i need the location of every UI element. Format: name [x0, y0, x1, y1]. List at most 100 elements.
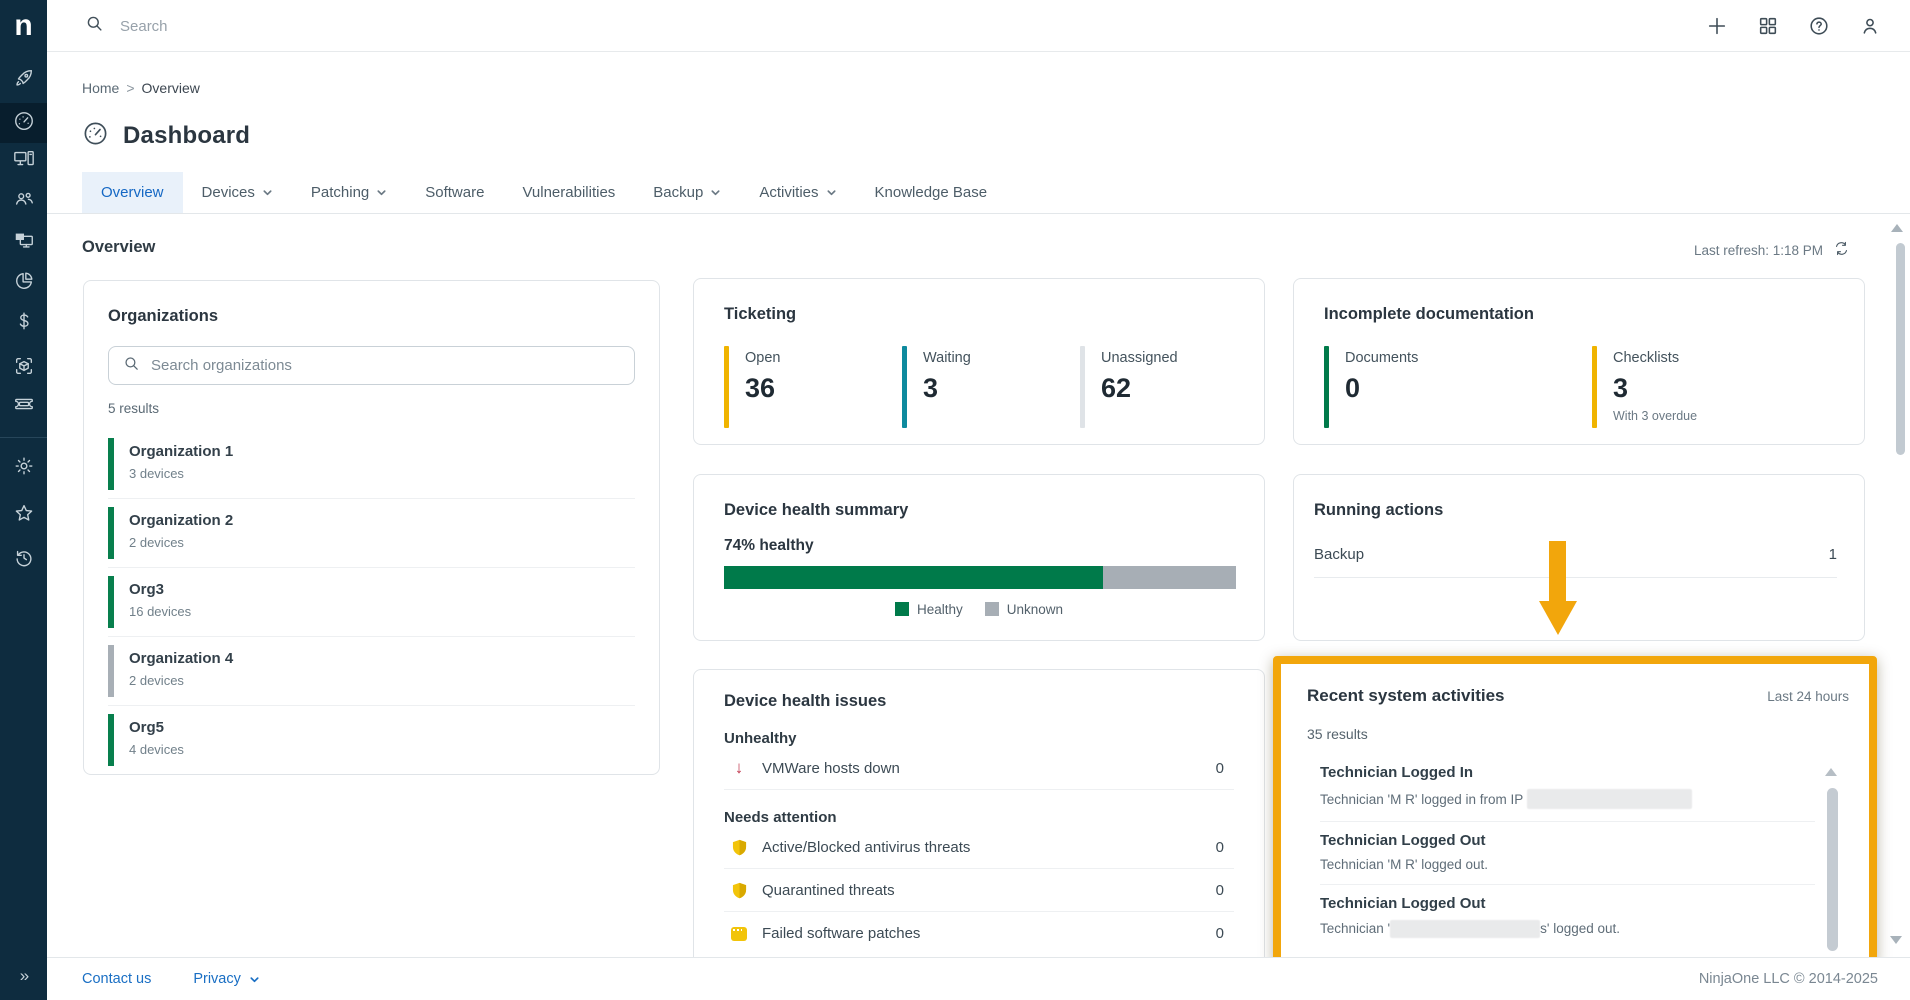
contact-us-link[interactable]: Contact us	[82, 971, 151, 987]
issue-row[interactable]: ↓ VMWare hosts down 0	[724, 747, 1234, 790]
down-arrow-icon: ↓	[730, 759, 748, 777]
chevron-down-icon	[262, 187, 273, 198]
ticketing-card: Ticketing Open 36 Waiting 3 Unassigned 6…	[693, 278, 1265, 445]
healthy-percent-label: 74% healthy	[724, 537, 1234, 555]
activities-scrollbar-thumb[interactable]	[1827, 788, 1838, 951]
sidebar-item-recent[interactable]	[0, 540, 47, 580]
sidebar-item-dashboard[interactable]	[0, 103, 47, 143]
org-name: Organization 1	[129, 443, 233, 460]
ticketing-stat-waiting[interactable]: Waiting 3	[902, 346, 1080, 428]
issue-row[interactable]: Failed software patches 0	[724, 912, 1234, 955]
stat-label: Checklists	[1613, 350, 1697, 366]
org-list-item[interactable]: Org5 4 devices	[108, 706, 635, 774]
org-status-bar	[108, 507, 114, 559]
org-name: Org5	[129, 719, 184, 736]
activity-item[interactable]: Technician Logged Out Technician 's' log…	[1320, 885, 1815, 950]
org-status-bar	[108, 438, 114, 490]
tab-overview[interactable]: Overview	[82, 172, 183, 213]
page-scroll-down-arrow-icon[interactable]	[1890, 936, 1902, 944]
device-health-issues-card: Device health issues Unhealthy ↓ VMWare …	[693, 669, 1265, 969]
page-scroll-up-arrow-icon[interactable]	[1891, 224, 1903, 232]
tab-software[interactable]: Software	[406, 172, 503, 213]
apps-grid-icon[interactable]	[1756, 14, 1780, 38]
sidebar-item-users[interactable]	[0, 181, 47, 221]
redacted-text-block	[1390, 920, 1540, 938]
page-scrollbar-thumb[interactable]	[1896, 243, 1905, 455]
issue-count: 0	[1216, 882, 1224, 899]
org-status-bar	[108, 645, 114, 697]
stat-label: Documents	[1345, 350, 1418, 366]
add-icon[interactable]	[1705, 14, 1729, 38]
sidebar-item-settings[interactable]	[0, 448, 47, 488]
organizations-search[interactable]	[108, 346, 635, 385]
help-icon[interactable]	[1807, 14, 1831, 38]
legend-healthy: Healthy	[895, 602, 963, 617]
health-progress-fill	[724, 566, 1103, 589]
breadcrumb: Home>Overview	[82, 80, 200, 96]
tab-patching[interactable]: Patching	[292, 172, 406, 213]
incomplete-documentation-title: Incomplete documentation	[1324, 305, 1864, 324]
activity-item[interactable]: Technician Logged Out Technician 'M R' l…	[1320, 822, 1815, 885]
sidebar-item-billing[interactable]	[0, 303, 47, 343]
ticketing-stat-open[interactable]: Open 36	[724, 346, 902, 428]
running-action-label: Backup	[1314, 546, 1364, 563]
recent-activities-result-count: 35 results	[1307, 726, 1849, 742]
stat-bar	[1592, 346, 1597, 428]
sidebar-item-getting-started[interactable]	[0, 60, 47, 100]
org-list-item[interactable]: Organization 4 2 devices	[108, 637, 635, 706]
search-icon	[85, 14, 104, 38]
sidebar-expand-chevrons[interactable]: »	[0, 966, 47, 986]
stat-value: 3	[923, 373, 971, 404]
activity-title: Technician Logged In	[1320, 764, 1815, 781]
org-name: Organization 4	[129, 650, 233, 667]
scroll-up-arrow-icon[interactable]	[1825, 768, 1837, 776]
org-list-item[interactable]: Organization 2 2 devices	[108, 499, 635, 568]
privacy-link[interactable]: Privacy	[193, 971, 241, 987]
tab-backup[interactable]: Backup	[634, 172, 740, 213]
stat-bar	[1080, 346, 1085, 428]
tab-devices[interactable]: Devices	[183, 172, 292, 213]
rocket-icon	[13, 67, 35, 94]
sidebar-item-software-inventory[interactable]	[0, 348, 47, 388]
health-progress-bar[interactable]	[724, 566, 1236, 589]
activity-item[interactable]: Technician Logged In Technician 'M R' lo…	[1320, 754, 1815, 822]
tab-activities[interactable]: Activities	[740, 172, 855, 213]
sidebar-item-devices[interactable]	[0, 141, 47, 181]
sidebar-item-reports[interactable]	[0, 263, 47, 303]
tab-knowledge-base[interactable]: Knowledge Base	[856, 172, 1007, 213]
docs-stat-documents[interactable]: Documents 0	[1324, 346, 1592, 428]
org-device-count: 3 devices	[129, 466, 233, 481]
search-icon	[123, 355, 140, 377]
user-profile-icon[interactable]	[1858, 14, 1882, 38]
sidebar-item-screens[interactable]	[0, 222, 47, 262]
page-title: Dashboard	[123, 122, 250, 150]
running-actions-card: Running actions Backup 1	[1293, 474, 1865, 641]
refresh-icon[interactable]	[1833, 240, 1850, 260]
sidebar-item-favorites[interactable]	[0, 495, 47, 535]
shield-icon	[730, 881, 748, 899]
docs-stat-checklists[interactable]: Checklists 3 With 3 overdue	[1592, 346, 1860, 428]
issue-label: Active/Blocked antivirus threats	[762, 839, 1202, 856]
running-action-row[interactable]: Backup 1	[1314, 546, 1837, 578]
global-search-input[interactable]	[120, 18, 720, 35]
copyright-text: NinjaOne LLC © 2014-2025	[1699, 971, 1878, 987]
org-list-item[interactable]: Org3 16 devices	[108, 568, 635, 637]
ticket-icon	[13, 393, 35, 420]
chevron-down-icon	[249, 974, 260, 985]
ninjaone-logo[interactable]: n	[0, 0, 47, 52]
sidebar-item-ticketing[interactable]	[0, 386, 47, 426]
org-device-count: 4 devices	[129, 742, 184, 757]
footer: Contact us Privacy NinjaOne LLC © 2014-2…	[47, 957, 1910, 1000]
org-status-bar	[108, 714, 114, 766]
ticketing-stat-unassigned[interactable]: Unassigned 62	[1080, 346, 1258, 428]
users-icon	[13, 188, 35, 215]
organizations-search-input[interactable]	[151, 357, 620, 374]
issue-row[interactable]: Quarantined threats 0	[724, 869, 1234, 912]
tab-vulnerabilities[interactable]: Vulnerabilities	[503, 172, 634, 213]
breadcrumb-home[interactable]: Home	[82, 80, 119, 96]
gear-icon	[13, 455, 35, 482]
issue-row[interactable]: Active/Blocked antivirus threats 0	[724, 826, 1234, 869]
org-list-item[interactable]: Organization 1 3 devices	[108, 430, 635, 499]
sidebar-divider	[0, 437, 47, 438]
activity-title: Technician Logged Out	[1320, 832, 1815, 849]
